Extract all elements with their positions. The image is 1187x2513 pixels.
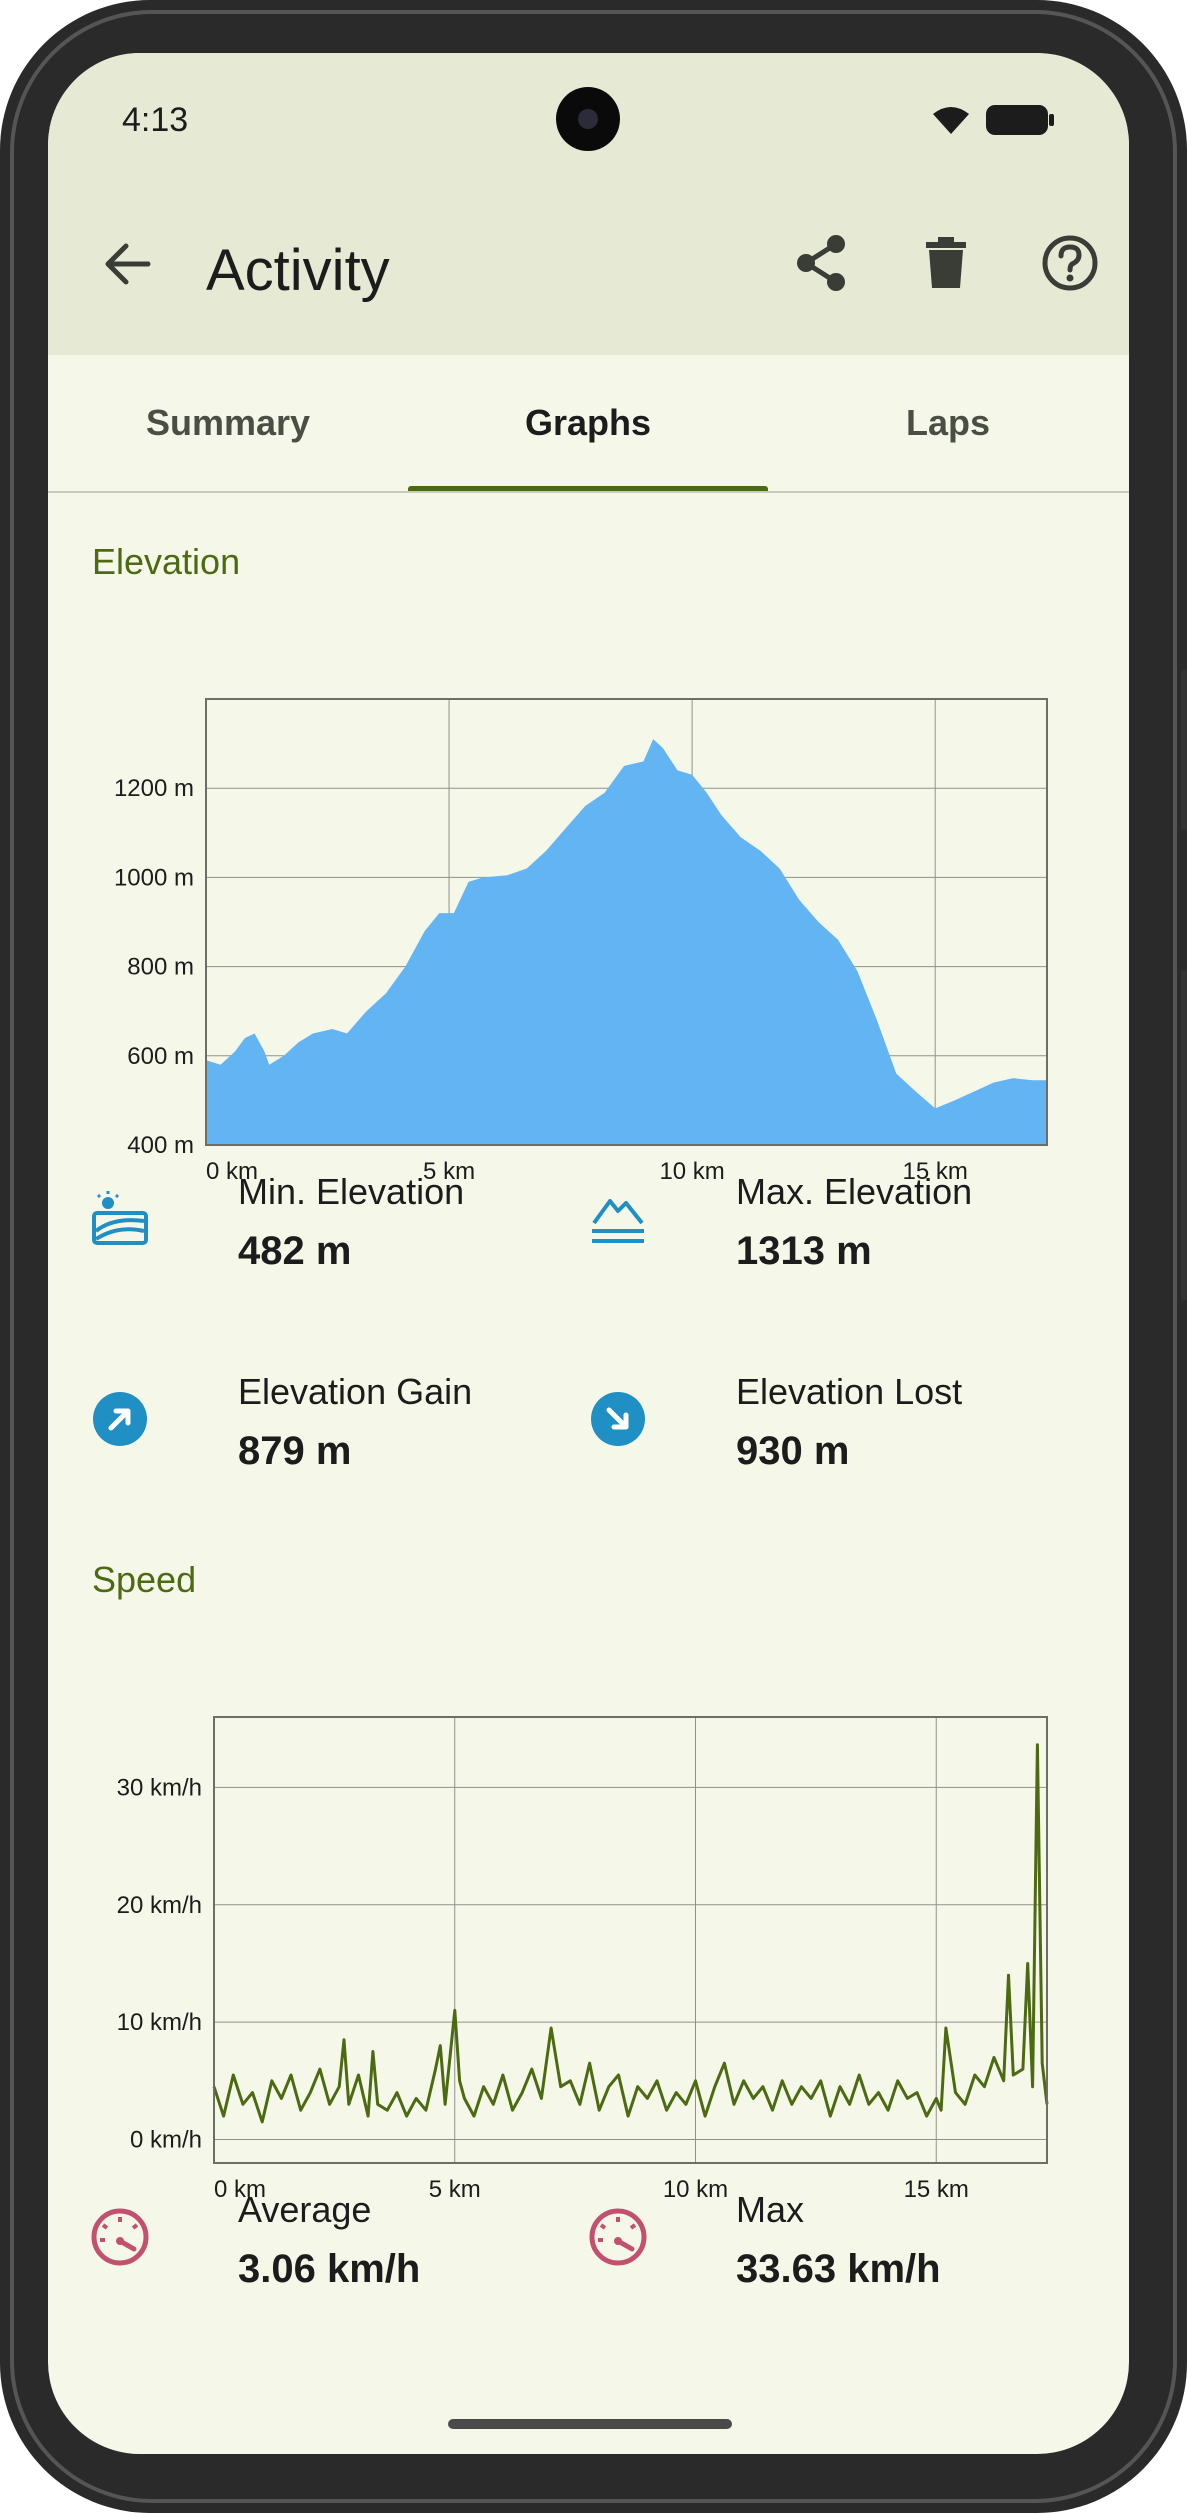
back-button[interactable] <box>92 231 162 301</box>
phone-frame: 4:13 Activity Summary Graphs Laps Elevat… <box>0 0 1187 2513</box>
stat-label: Elevation Lost <box>736 1371 963 1412</box>
stat-value: 482 m <box>238 1229 352 1273</box>
speed-chart: 0 km/h10 km/h20 km/h30 km/h0 km 5 km 10 km… <box>117 1716 1049 2203</box>
terrain-min-icon <box>86 1185 154 1253</box>
elevation-chart: 400 m600 m800 m1000 m1200 m0 km 5 km 10 km… <box>114 698 1048 1185</box>
stat-value: 33.63 km/h <box>736 2247 941 2291</box>
arrow-back-icon <box>102 242 152 291</box>
speedometer-icon <box>584 2203 652 2271</box>
plot-frame <box>213 1716 1048 2164</box>
share-button[interactable] <box>784 227 860 303</box>
stat-label: Max <box>736 2189 805 2230</box>
stat-value: 930 m <box>736 1429 850 1473</box>
stat-max-elevation: Max. Elevation 1313 m <box>546 1163 1026 1273</box>
status-time: 4:13 <box>122 101 189 139</box>
elevation-area <box>206 739 1047 1145</box>
battery-icon <box>985 103 1055 142</box>
stat-value: 879 m <box>238 1429 352 1473</box>
speed-section-title: Speed <box>92 1559 197 1600</box>
tab-laps[interactable]: Laps <box>768 355 1128 491</box>
stat-average-speed: Average 3.06 km/h <box>48 2181 528 2291</box>
stat-min-elevation: Min. Elevation 482 m <box>48 1163 528 1273</box>
delete-icon <box>924 236 968 295</box>
tab-indicator <box>408 486 768 491</box>
app-bar: Activity <box>48 181 1129 355</box>
stat-max-speed: Max 33.63 km/h <box>546 2181 1026 2291</box>
wifi-icon <box>931 104 971 141</box>
share-icon <box>794 234 850 297</box>
y-tick-label: 800 m <box>127 954 194 981</box>
elevation-section-title: Elevation <box>92 541 241 582</box>
y-tick-label: 1200 m <box>114 775 194 802</box>
stat-label: Max. Elevation <box>736 1171 973 1212</box>
y-tick-label: 600 m <box>127 1043 194 1070</box>
speed-line <box>212 1743 1049 2124</box>
arrow-down-right-circle-icon <box>584 1385 652 1453</box>
stat-value: 3.06 km/h <box>238 2247 421 2291</box>
status-bar: 4:13 <box>48 53 1129 181</box>
stat-label: Average <box>238 2189 372 2230</box>
stat-label: Elevation Gain <box>238 1371 473 1412</box>
y-tick-label: 1000 m <box>114 864 194 891</box>
home-indicator[interactable] <box>448 2419 732 2429</box>
y-tick-label: 0 km/h <box>130 2127 202 2154</box>
help-button[interactable] <box>1032 227 1108 303</box>
power-button <box>1181 970 1187 1300</box>
stat-elevation-gain: Elevation Gain 879 m <box>48 1363 528 1473</box>
y-tick-label: 30 km/h <box>117 1774 202 1801</box>
terrain-max-icon <box>584 1185 652 1253</box>
arrow-up-right-circle-icon <box>86 1385 154 1453</box>
plot-frame-top <box>213 1716 1048 2164</box>
status-icons <box>931 103 1055 142</box>
stat-value: 1313 m <box>736 1229 872 1273</box>
delete-button[interactable] <box>908 227 984 303</box>
volume-button <box>1181 670 1187 830</box>
speedometer-icon <box>86 2203 154 2271</box>
stat-elevation-lost: Elevation Lost 930 m <box>546 1363 1026 1473</box>
tab-summary[interactable]: Summary <box>48 355 408 491</box>
tab-graphs[interactable]: Graphs <box>408 355 768 491</box>
stat-label: Min. Elevation <box>238 1171 465 1212</box>
tab-bar: Summary Graphs Laps <box>48 355 1129 493</box>
screen: 4:13 Activity Summary Graphs Laps Elevat… <box>48 53 1129 2454</box>
help-icon <box>1041 234 1099 297</box>
y-tick-label: 20 km/h <box>117 1892 202 1919</box>
y-tick-label: 400 m <box>127 1132 194 1159</box>
page-title: Activity <box>206 238 390 303</box>
y-tick-label: 10 km/h <box>117 2009 202 2036</box>
front-camera <box>556 87 620 151</box>
